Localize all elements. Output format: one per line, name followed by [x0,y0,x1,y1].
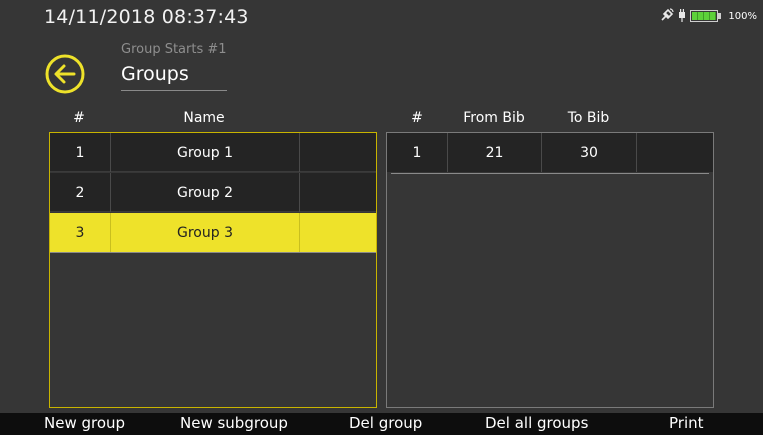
subgroups-header-num: # [411,110,423,126]
battery-icon [690,10,722,22]
datetime: 14/11/2018 08:37:43 [44,6,249,28]
print-button[interactable]: Print [669,414,704,432]
bottom-action-bar: New group New subgroup Del group Del all… [0,413,763,435]
group-name: Group 1 [110,133,299,172]
title-underline [121,90,227,91]
subgroups-header-from-bib: From Bib [463,110,525,126]
table-row[interactable]: 2 Group 2 [50,173,376,212]
group-number: 1 [75,144,85,161]
groups-header-num: # [73,110,85,126]
page-title: Groups [121,63,189,85]
subgroup-number: 1 [412,144,422,161]
new-subgroup-button[interactable]: New subgroup [180,414,288,432]
subgroups-table: 1 21 30 [386,132,714,408]
table-row[interactable]: 1 21 30 [387,133,713,174]
satellite-icon [660,7,675,26]
group-name: Group 3 [110,213,299,252]
battery-percent: 100% [728,10,757,22]
groups-table: 1 Group 1 2 Group 2 3 Group 3 [49,132,377,408]
plug-icon [678,7,686,26]
groups-header-name: Name [183,110,225,126]
status-icons: 100% [660,7,757,26]
status-bar: 14/11/2018 08:37:43 100% [0,0,763,34]
group-number: 3 [75,224,85,241]
group-extra-cell [299,213,376,252]
group-name: Group 2 [110,173,299,212]
table-row[interactable]: 1 Group 1 [50,133,376,172]
group-extra-cell [299,133,376,172]
group-number: 2 [75,184,85,201]
arrow-left-circle-icon [45,54,85,94]
del-group-button[interactable]: Del group [349,414,422,432]
back-button[interactable] [44,53,86,95]
screen-subtitle: Group Starts #1 [121,42,227,57]
subgroup-extra-cell [636,133,713,172]
subgroups-header-to-bib: To Bib [567,110,610,126]
new-group-button[interactable]: New group [44,414,125,432]
subgroup-from-bib: 21 [447,133,541,172]
subgroup-to-bib: 30 [541,133,636,172]
group-extra-cell [299,173,376,212]
table-row-selected[interactable]: 3 Group 3 [50,213,376,253]
del-all-groups-button[interactable]: Del all groups [485,414,588,432]
battery-fill [692,12,717,20]
